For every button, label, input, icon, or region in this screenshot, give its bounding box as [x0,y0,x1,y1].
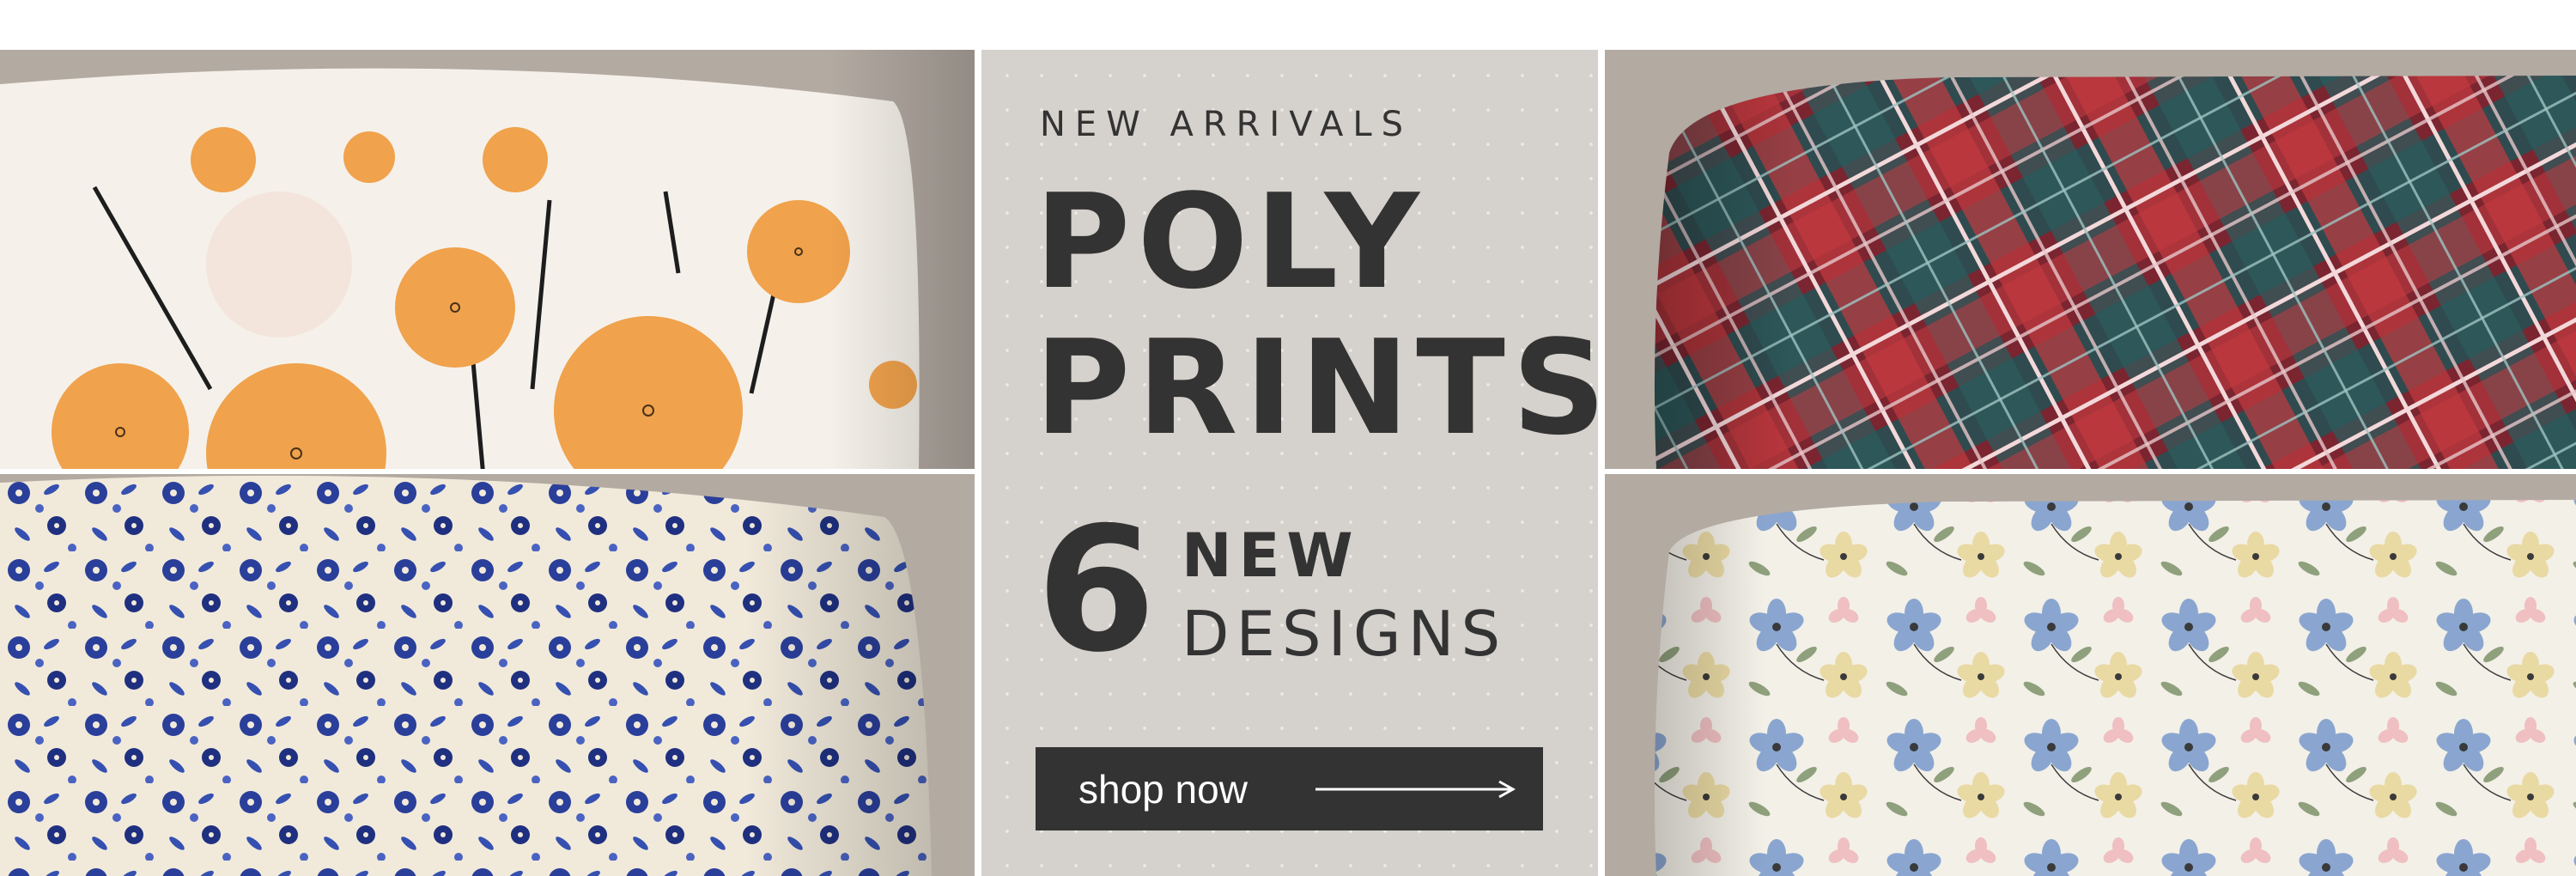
blue-floral-tablecloth-image [0,474,975,876]
product-image-dandelion-print[interactable] [0,50,975,469]
plaid-tablecloth-image [1605,50,2576,469]
dandelion-tablecloth-image [0,50,975,469]
promo-banner: NEW ARRIVALS POLY PRINTS 6 NEW DESIGNS s… [0,50,2576,876]
headline-line-2: PRINTS [1035,312,1613,464]
count-label-designs: DESIGNS [1182,598,1508,670]
promo-panel: NEW ARRIVALS POLY PRINTS 6 NEW DESIGNS s… [981,50,1606,876]
arrow-right-icon [1315,780,1516,799]
pastel-floral-tablecloth-image [1605,474,2576,876]
product-image-pastel-floral[interactable] [1605,474,2576,876]
product-image-plaid[interactable] [1605,50,2576,469]
eyebrow-new-arrivals: NEW ARRIVALS [1040,105,1413,144]
count-label-new: NEW [1182,520,1360,591]
shop-now-label: shop now [1078,767,1248,812]
design-count: 6 [1036,490,1157,690]
product-image-blue-floral[interactable] [0,474,975,876]
shop-now-button[interactable]: shop now [1036,747,1543,830]
headline-line-1: POLY [1035,166,1426,318]
